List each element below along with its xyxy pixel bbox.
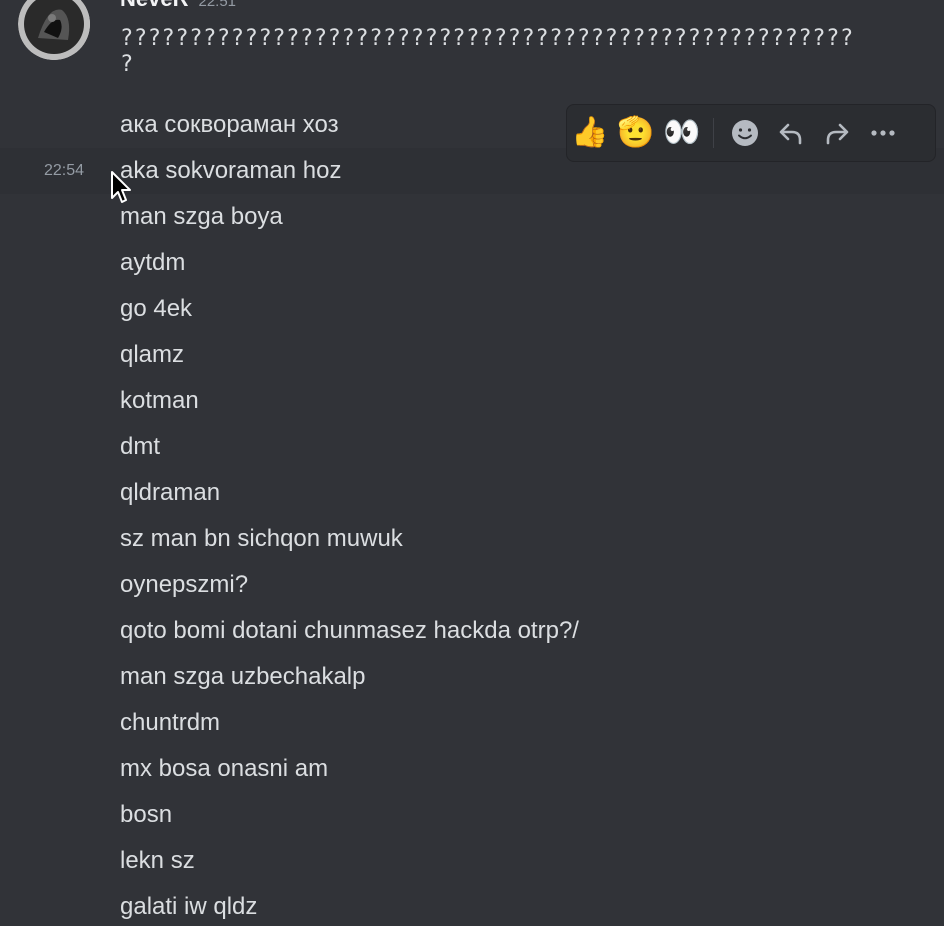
message-text: man szga uzbechakalp <box>120 663 366 690</box>
message-line[interactable]: bosn <box>0 792 944 838</box>
message-line[interactable]: man szga boya <box>0 194 944 240</box>
message-text: chuntrdm <box>120 709 221 736</box>
add-reaction-icon <box>732 120 758 146</box>
message-text: kotman <box>120 387 199 414</box>
message-line[interactable]: qldraman <box>0 470 944 516</box>
message-text: go 4ek <box>120 295 193 322</box>
forward-button[interactable] <box>814 110 860 156</box>
message-line[interactable]: oynepszmi? <box>0 562 944 608</box>
message-line[interactable]: qoto bomi dotani chunmasez hackda otrp?/ <box>0 608 944 654</box>
message-line[interactable]: mx bosa onasni am <box>0 746 944 792</box>
user-avatar[interactable] <box>18 0 90 60</box>
add-reaction-button[interactable] <box>722 110 768 156</box>
message-actions-toolbar: 👍 🫡 👀 <box>566 104 936 162</box>
message-text: lekn sz <box>120 847 195 874</box>
message-line[interactable]: aytdm <box>0 240 944 286</box>
message-text: dmt <box>120 433 161 460</box>
first-message-text: ????????????????????????????????????????… <box>120 26 854 78</box>
message-line[interactable]: kotman <box>0 378 944 424</box>
reply-icon <box>779 123 802 145</box>
reaction-salute-button[interactable]: 🫡 <box>613 110 659 156</box>
reaction-eyes-button[interactable]: 👀 <box>659 110 705 156</box>
message-text: bosn <box>120 801 173 828</box>
author-name[interactable]: NeveR <box>120 0 188 11</box>
message-text: qldraman <box>120 479 221 506</box>
mouse-cursor-icon <box>111 171 131 203</box>
message-header: NeveR 22:51 <box>120 0 236 12</box>
message-line[interactable]: galati iw qldz <box>0 884 944 926</box>
forward-icon <box>826 123 849 145</box>
message-text: mx bosa onasni am <box>120 755 329 782</box>
message-text: galati iw qldz <box>120 893 258 920</box>
message-line[interactable]: man szga uzbechakalp <box>0 654 944 700</box>
chat-messages: NeveR 22:51 ?????????????????????????????… <box>0 0 944 926</box>
message-text: aka sokvoraman hoz <box>120 157 342 184</box>
message-text: qlamz <box>120 341 185 368</box>
first-message-line-1: ????????????????????????????????????????… <box>120 26 854 51</box>
message-text: oynepszmi? <box>120 571 249 598</box>
toolbar-divider <box>713 118 714 148</box>
eyes-icon: 👀 <box>663 115 701 150</box>
message-timestamp[interactable]: 22:51 <box>198 0 236 10</box>
reply-button[interactable] <box>768 110 814 156</box>
saluting-face-icon: 🫡 <box>617 115 655 150</box>
thumbs-up-icon: 👍 <box>571 115 609 150</box>
message-line[interactable]: chuntrdm <box>0 700 944 746</box>
reaction-thumbs-up-button[interactable]: 👍 <box>567 110 613 156</box>
more-options-button[interactable] <box>860 110 906 156</box>
message-text: aytdm <box>120 249 186 276</box>
hover-timestamp[interactable]: 22:54 <box>44 162 84 180</box>
message-text: qoto bomi dotani chunmasez hackda otrp?/ <box>120 617 579 644</box>
message-text: man szga boya <box>120 203 283 230</box>
more-icon <box>871 130 895 136</box>
message-text: ака сокворамaн хоз <box>120 111 339 138</box>
message-line[interactable]: qlamz <box>0 332 944 378</box>
message-line[interactable]: lekn sz <box>0 838 944 884</box>
message-line[interactable]: sz man bn sichqon muwuk <box>0 516 944 562</box>
message-line[interactable]: go 4ek <box>0 286 944 332</box>
message-line[interactable]: dmt <box>0 424 944 470</box>
message-text: sz man bn sichqon muwuk <box>120 525 403 552</box>
first-message-line-2: ? <box>120 52 134 77</box>
avatar-image <box>18 0 90 60</box>
